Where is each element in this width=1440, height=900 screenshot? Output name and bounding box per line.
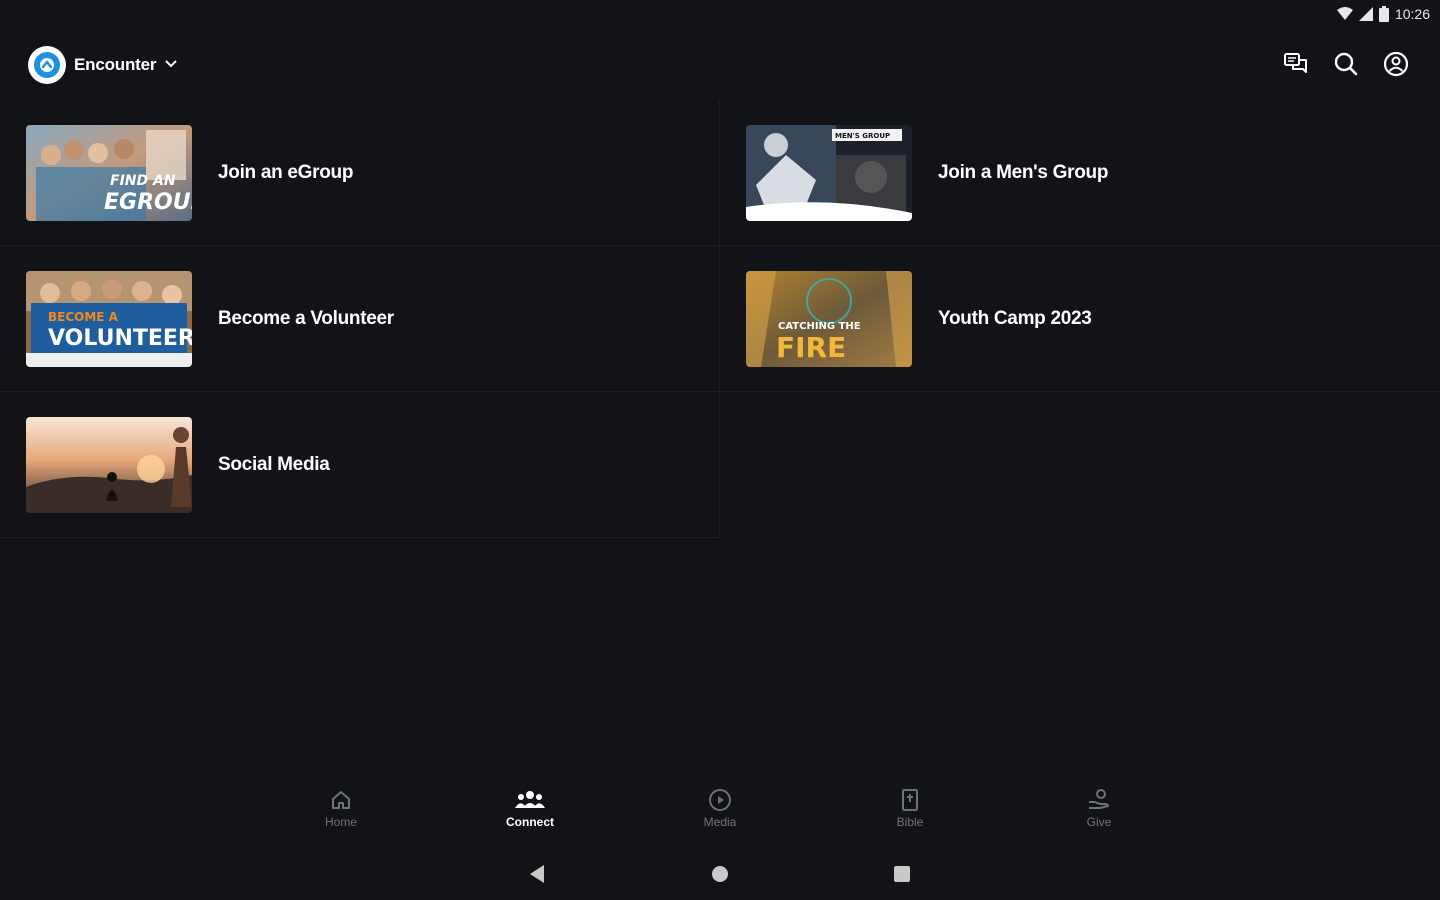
system-nav <box>0 860 1440 890</box>
item-label: Become a Volunteer <box>218 307 394 329</box>
item-label: Social Media <box>218 453 330 475</box>
group-icon <box>514 788 546 812</box>
thumb-text: BECOME A <box>48 310 119 324</box>
list-item[interactable]: BECOME A VOLUNTEER Become a Volunteer <box>0 246 720 392</box>
thumb-text: FIND AN <box>110 173 176 189</box>
nav-item-connect[interactable]: Connect <box>490 788 570 829</box>
org-logo <box>28 46 66 84</box>
signal-icon <box>1358 7 1373 21</box>
thumb-text: VOLUNTEER <box>48 326 192 351</box>
nav-item-give[interactable]: Give <box>1059 788 1139 829</box>
battery-icon <box>1378 6 1389 22</box>
chat-icon[interactable] <box>1282 50 1310 78</box>
bottom-nav: Home Connect Media Bible Give <box>0 788 1440 840</box>
status-bar: 10:26 <box>1336 0 1440 28</box>
nav-label: Media <box>703 815 737 829</box>
list-item[interactable]: MEN'S GROUP Join a Men's Group <box>720 100 1440 246</box>
status-time: 10:26 <box>1394 6 1430 22</box>
connect-grid: FIND AN EGROUP Join an eGroup MEN'S GROU… <box>0 100 1440 538</box>
bible-icon <box>898 788 922 812</box>
account-icon[interactable] <box>1382 50 1410 78</box>
org-name: Encounter <box>74 55 157 74</box>
thumb-text: EGROUP <box>104 190 192 215</box>
thumb-text: FIRE <box>776 331 846 364</box>
egroup-thumbnail: FIND AN EGROUP <box>26 124 192 221</box>
mens-group-thumbnail: MEN'S GROUP <box>746 124 912 221</box>
home-button-icon[interactable] <box>711 864 729 889</box>
list-item[interactable]: Social Media <box>0 392 720 538</box>
item-label: Youth Camp 2023 <box>938 307 1092 329</box>
nav-item-media[interactable]: Media <box>680 788 760 829</box>
list-item[interactable]: FIND AN EGROUP Join an eGroup <box>0 100 720 246</box>
chevron-down-icon <box>164 56 178 74</box>
nav-label: Connect <box>506 815 554 829</box>
empty-cell <box>720 392 1440 538</box>
org-switcher[interactable]: Encounter <box>28 46 178 84</box>
back-icon[interactable] <box>528 864 546 889</box>
nav-label: Give <box>1086 815 1112 829</box>
home-icon <box>329 788 353 812</box>
nav-item-home[interactable]: Home <box>301 788 381 829</box>
social-media-thumbnail <box>26 416 192 513</box>
recents-icon[interactable] <box>893 864 911 889</box>
item-label: Join an eGroup <box>218 161 354 183</box>
wifi-icon <box>1336 7 1353 21</box>
nav-item-bible[interactable]: Bible <box>870 788 950 829</box>
volunteer-thumbnail: BECOME A VOLUNTEER <box>26 270 192 367</box>
nav-label: Home <box>324 815 357 829</box>
thumb-text: MEN'S GROUP <box>835 132 890 140</box>
item-label: Join a Men's Group <box>938 161 1109 183</box>
youth-camp-thumbnail: CATCHING THE FIRE <box>746 270 912 367</box>
app-bar: Encounter <box>0 40 1440 88</box>
list-item[interactable]: CATCHING THE FIRE Youth Camp 2023 <box>720 246 1440 392</box>
give-icon <box>1087 788 1111 812</box>
play-icon <box>708 788 732 812</box>
nav-label: Bible <box>896 815 924 829</box>
search-icon[interactable] <box>1332 50 1360 78</box>
